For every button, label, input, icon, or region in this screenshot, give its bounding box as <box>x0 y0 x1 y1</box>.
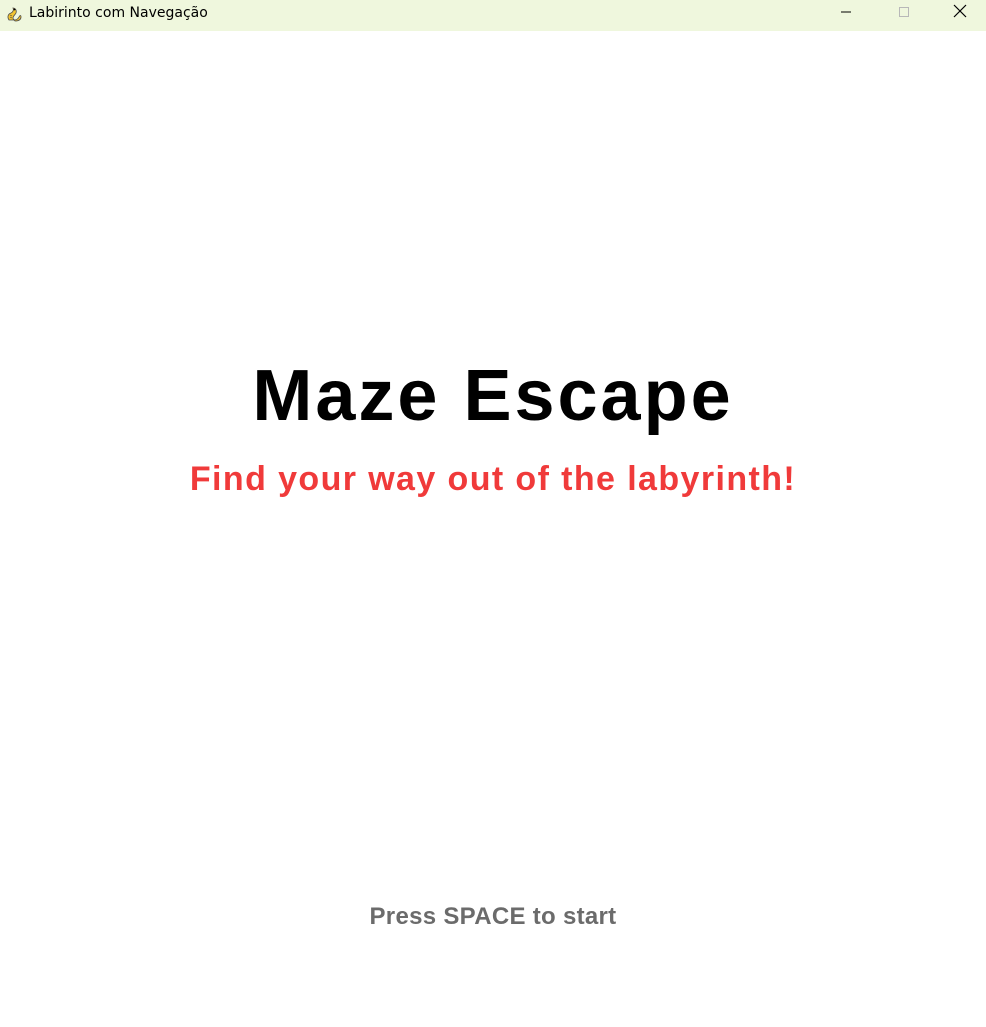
minimize-icon <box>840 5 852 23</box>
start-prompt: Press SPACE to start <box>369 903 617 930</box>
minimize-button[interactable] <box>817 0 875 27</box>
game-subtitle: Find your way out of the labyrinth! <box>189 460 797 498</box>
maximize-icon <box>898 5 910 23</box>
pygame-snake-icon <box>5 5 23 23</box>
window-titlebar[interactable]: Labirinto com Navegação <box>0 0 986 31</box>
app-window: Labirinto com Navegação Maze Escape Find… <box>0 0 986 1027</box>
close-button[interactable] <box>933 0 986 27</box>
window-title: Labirinto com Navegação <box>29 5 208 21</box>
close-icon <box>953 4 967 23</box>
game-canvas[interactable]: Maze Escape Find your way out of the lab… <box>0 31 986 1027</box>
game-title: Maze Escape <box>252 356 734 436</box>
maximize-button[interactable] <box>875 0 933 27</box>
